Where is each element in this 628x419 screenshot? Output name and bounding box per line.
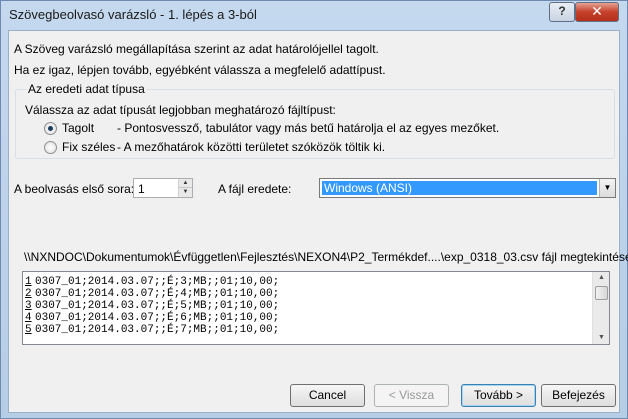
original-type-group: Az eredeti adat típusa Válassza az adat … bbox=[15, 82, 615, 159]
radio-delimited-description: - Pontosvessző, tabulátor vagy más betű … bbox=[117, 121, 500, 135]
scroll-thumb[interactable] bbox=[595, 286, 608, 300]
stepper-up-arrow-icon[interactable]: ▲ bbox=[179, 179, 192, 188]
line-number: 4 bbox=[25, 312, 32, 324]
file-origin-dropdown[interactable]: Windows (ANSI) ▼ bbox=[319, 178, 616, 198]
preview-scrollbar[interactable]: ▲ ▼ bbox=[592, 272, 609, 344]
intro-line-2: Ha ez igaz, lépjen tovább, egyébként vál… bbox=[14, 63, 386, 77]
preview-lines: 1 0307_01;2014.03.07;;É;3;MB;;01;10,00; 2… bbox=[25, 276, 279, 336]
stepper-buttons: ▲ ▼ bbox=[178, 179, 192, 197]
wizard-window: Szövegbeolvasó varázsló - 1. lépés a 3-b… bbox=[0, 0, 628, 419]
group-legend: Az eredeti adat típusa bbox=[26, 82, 147, 96]
preview-line: 1 0307_01;2014.03.07;;É;3;MB;;01;10,00; bbox=[25, 276, 279, 288]
line-number: 5 bbox=[25, 324, 32, 336]
start-row-value[interactable]: 1 bbox=[138, 182, 145, 196]
line-text: 0307_01;2014.03.07;;É;4;MB;;01;10,00; bbox=[35, 288, 280, 300]
line-number: 2 bbox=[25, 288, 32, 300]
radio-fixed-width[interactable] bbox=[44, 141, 57, 154]
help-button[interactable]: ? bbox=[549, 2, 575, 22]
preview-line: 4 0307_01;2014.03.07;;É;6;MB;;01;10,00; bbox=[25, 312, 279, 324]
radio-delimited[interactable] bbox=[44, 122, 57, 135]
back-button[interactable]: < Vissza bbox=[374, 384, 449, 407]
cancel-button[interactable]: Cancel bbox=[290, 384, 365, 407]
line-text: 0307_01;2014.03.07;;É;6;MB;;01;10,00; bbox=[35, 312, 280, 324]
finish-button[interactable]: Befejezés bbox=[541, 384, 616, 407]
next-button[interactable]: Tovább > bbox=[461, 384, 536, 407]
radio-fixed-width-label[interactable]: Fix széles bbox=[62, 140, 115, 154]
intro-line-1: A Szöveg varázsló megállapítása szerint … bbox=[14, 42, 379, 56]
dialog-body: A Szöveg varázsló megállapítása szerint … bbox=[8, 30, 628, 413]
line-text: 0307_01;2014.03.07;;É;5;MB;;01;10,00; bbox=[35, 300, 280, 312]
window-title: Szövegbeolvasó varázsló - 1. lépés a 3-b… bbox=[9, 7, 257, 22]
preview-caption: \\NXNDOC\Dokumentumok\Évfüggetlen\Fejles… bbox=[24, 250, 628, 264]
close-button[interactable]: ✕ bbox=[575, 2, 619, 22]
radio-delimited-label[interactable]: Tagolt bbox=[62, 121, 94, 135]
start-row-label: A beolvasás első sora: bbox=[14, 182, 135, 196]
start-row-stepper[interactable]: 1 ▲ ▼ bbox=[133, 178, 193, 198]
preview-line: 2 0307_01;2014.03.07;;É;4;MB;;01;10,00; bbox=[25, 288, 279, 300]
preview-line: 5 0307_01;2014.03.07;;É;7;MB;;01;10,00; bbox=[25, 324, 279, 336]
type-prompt: Válassza az adat típusát legjobban megha… bbox=[25, 103, 336, 117]
stepper-down-arrow-icon[interactable]: ▼ bbox=[179, 188, 192, 197]
line-text: 0307_01;2014.03.07;;É;3;MB;;01;10,00; bbox=[35, 276, 280, 288]
file-origin-value[interactable]: Windows (ANSI) bbox=[322, 181, 597, 195]
line-number: 3 bbox=[25, 300, 32, 312]
line-number: 1 bbox=[25, 276, 32, 288]
file-preview[interactable]: 1 0307_01;2014.03.07;;É;3;MB;;01;10,00; 2… bbox=[22, 271, 610, 345]
scroll-up-arrow-icon[interactable]: ▲ bbox=[594, 272, 609, 284]
radio-fixed-width-description: - A mezőhatárok közötti területet szóköz… bbox=[117, 140, 386, 154]
line-text: 0307_01;2014.03.07;;É;7;MB;;01;10,00; bbox=[35, 324, 280, 336]
file-origin-label: A fájl eredete: bbox=[218, 182, 292, 196]
preview-line: 3 0307_01;2014.03.07;;É;5;MB;;01;10,00; bbox=[25, 300, 279, 312]
title-bar[interactable]: Szövegbeolvasó varázsló - 1. lépés a 3-b… bbox=[1, 1, 627, 29]
scroll-down-arrow-icon[interactable]: ▼ bbox=[594, 332, 609, 344]
chevron-down-icon[interactable]: ▼ bbox=[599, 179, 615, 197]
